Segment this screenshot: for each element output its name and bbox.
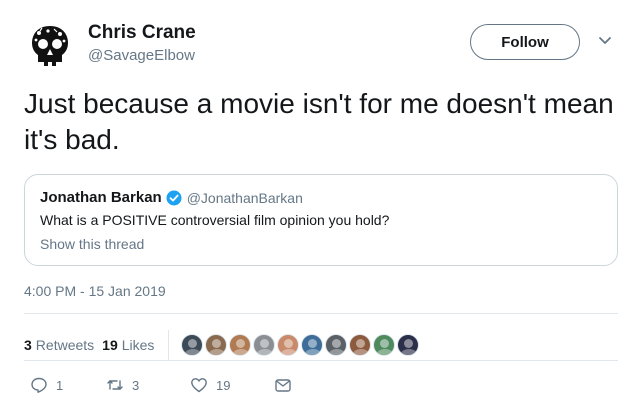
tweet-timestamp[interactable]: 4:00 PM - 15 Jan 2019	[24, 283, 166, 299]
stats-separator	[168, 330, 170, 360]
like-button[interactable]: 19	[190, 376, 274, 394]
quoted-author-handle: @JonathanBarkan	[186, 189, 303, 206]
show-thread-link[interactable]: Show this thread	[40, 236, 144, 252]
heart-icon	[191, 378, 207, 393]
liker-avatar[interactable]	[373, 334, 396, 356]
quoted-tweet-text: What is a POSITIVE controversial film op…	[40, 212, 390, 228]
retweet-icon	[107, 380, 123, 390]
liker-avatar[interactable]	[301, 334, 324, 356]
quoted-tweet-header: Jonathan Barkan @JonathanBarkan	[40, 189, 303, 206]
liker-avatar[interactable]	[253, 334, 276, 356]
engagement-stats: 3 Retweets 19 Likes	[24, 330, 421, 360]
tweet-text: Just because a movie isn't for me doesn'…	[24, 88, 614, 155]
liker-avatar[interactable]	[277, 334, 300, 356]
quoted-tweet-card[interactable]: Jonathan Barkan @JonathanBarkan What is …	[24, 174, 618, 266]
divider	[24, 360, 618, 361]
liker-avatar[interactable]	[325, 334, 348, 356]
retweet-button[interactable]: 3	[106, 376, 190, 394]
author-name[interactable]: Chris Crane	[88, 22, 196, 44]
direct-message-icon	[275, 379, 291, 392]
skull-avatar-icon	[32, 26, 68, 66]
direct-message-button[interactable]	[274, 376, 292, 394]
quoted-author-name: Jonathan Barkan	[40, 189, 162, 206]
chevron-down-icon[interactable]	[598, 36, 612, 46]
verified-badge-icon	[166, 190, 182, 205]
reply-count: 1	[56, 377, 64, 393]
divider	[24, 313, 618, 314]
reply-icon	[31, 377, 47, 393]
liker-avatar[interactable]	[349, 334, 372, 356]
follow-button[interactable]: Follow	[470, 24, 580, 60]
liker-avatar[interactable]	[181, 334, 204, 356]
liker-avatar[interactable]	[229, 334, 252, 356]
author-avatar[interactable]	[24, 20, 76, 72]
like-count: 19	[216, 377, 231, 393]
liker-avatar[interactable]	[397, 334, 420, 356]
action-bar: 1 3 19	[30, 376, 292, 394]
retweets-stat[interactable]: 3 Retweets	[24, 337, 94, 353]
liker-avatar[interactable]	[205, 334, 228, 356]
retweet-count: 3	[132, 377, 140, 393]
likers-avatars	[181, 334, 421, 356]
reply-button[interactable]: 1	[30, 376, 106, 394]
likes-stat[interactable]: 19 Likes	[102, 337, 154, 353]
author-handle[interactable]: @SavageElbow	[88, 47, 195, 64]
